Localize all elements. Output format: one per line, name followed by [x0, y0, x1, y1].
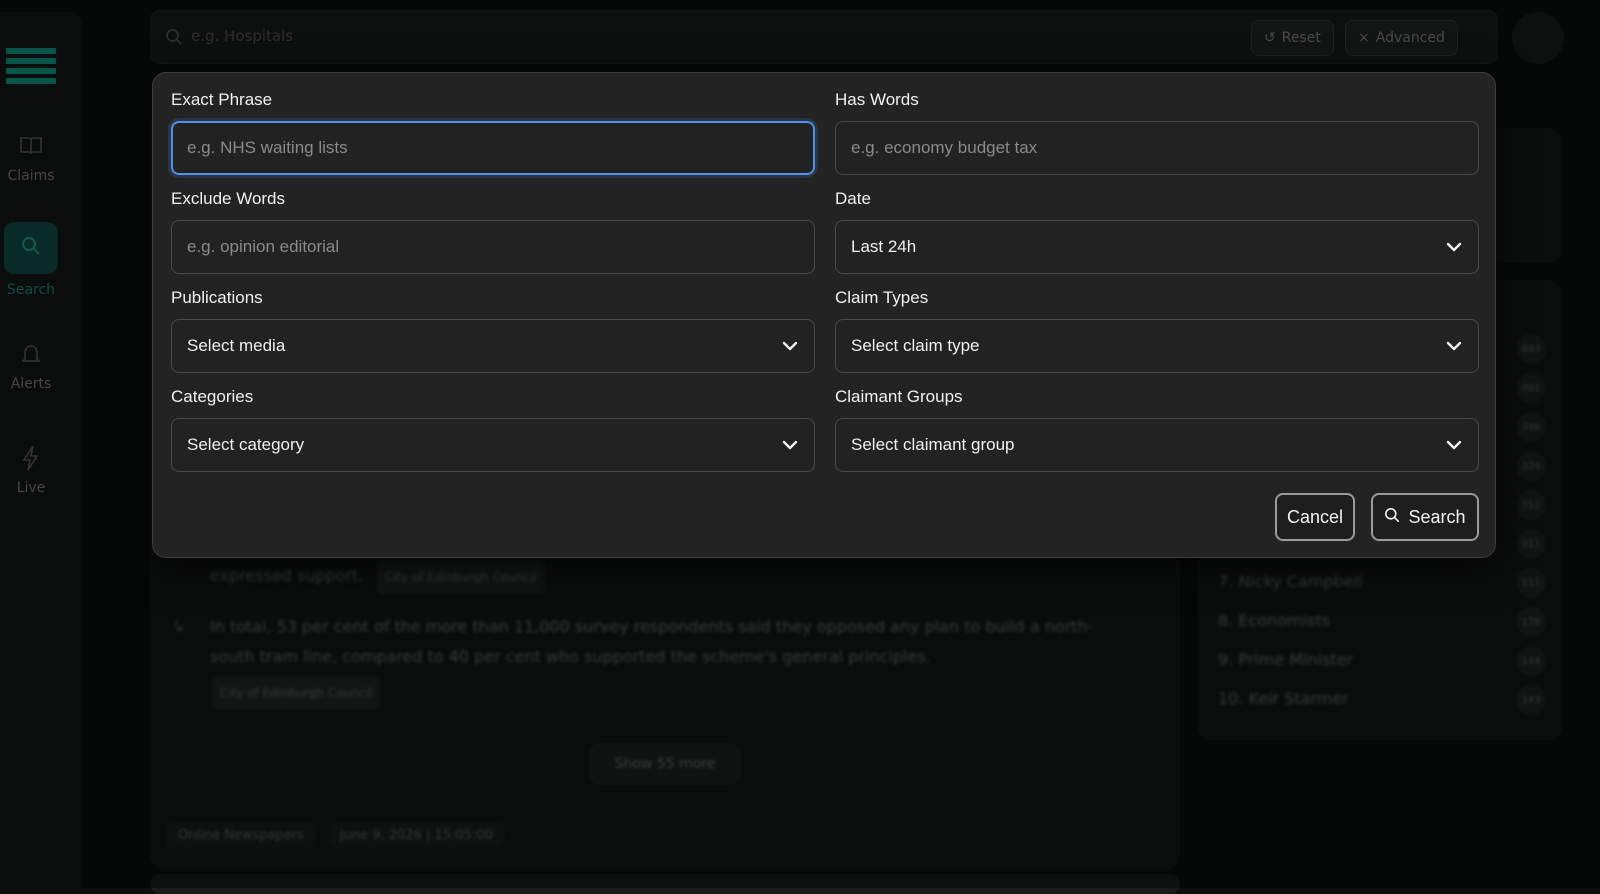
- categories-select[interactable]: Select category: [171, 418, 815, 472]
- has-words-box: [835, 121, 1479, 175]
- exact-phrase-field: Exact Phrase: [171, 89, 815, 175]
- advanced-search-modal: Exact Phrase Has Words Exclude Words Dat…: [152, 72, 1496, 558]
- claimant-groups-select[interactable]: Select claimant group: [835, 418, 1479, 472]
- chevron-down-icon: [781, 436, 799, 454]
- date-value: Last 24h: [851, 237, 916, 257]
- publications-value: Select media: [187, 336, 285, 356]
- exclude-words-field: Exclude Words: [171, 188, 815, 274]
- has-words-input[interactable]: [851, 138, 1463, 158]
- chevron-down-icon: [1445, 436, 1463, 454]
- date-label: Date: [835, 188, 1479, 210]
- cancel-label: Cancel: [1287, 507, 1343, 528]
- claimant-groups-label: Claimant Groups: [835, 386, 1479, 408]
- publications-field: Publications Select media: [171, 287, 815, 373]
- chevron-down-icon: [1445, 337, 1463, 355]
- chevron-down-icon: [1445, 238, 1463, 256]
- search-button[interactable]: Search: [1371, 493, 1479, 541]
- claimant-groups-value: Select claimant group: [851, 435, 1014, 455]
- search-icon: [1384, 507, 1400, 528]
- cancel-button[interactable]: Cancel: [1275, 493, 1355, 541]
- exclude-words-box: [171, 220, 815, 274]
- publications-label: Publications: [171, 287, 815, 309]
- claim-types-label: Claim Types: [835, 287, 1479, 309]
- exact-phrase-input[interactable]: [187, 138, 799, 158]
- claim-types-field: Claim Types Select claim type: [835, 287, 1479, 373]
- claim-types-value: Select claim type: [851, 336, 980, 356]
- exact-phrase-box: [171, 121, 815, 175]
- date-field: Date Last 24h: [835, 188, 1479, 274]
- categories-label: Categories: [171, 386, 815, 408]
- categories-value: Select category: [187, 435, 304, 455]
- chevron-down-icon: [781, 337, 799, 355]
- exact-phrase-label: Exact Phrase: [171, 89, 815, 111]
- exclude-words-label: Exclude Words: [171, 188, 815, 210]
- search-label: Search: [1408, 507, 1465, 528]
- date-select[interactable]: Last 24h: [835, 220, 1479, 274]
- has-words-label: Has Words: [835, 89, 1479, 111]
- publications-select[interactable]: Select media: [171, 319, 815, 373]
- exclude-words-input[interactable]: [187, 237, 799, 257]
- claim-types-select[interactable]: Select claim type: [835, 319, 1479, 373]
- categories-field: Categories Select category: [171, 386, 815, 472]
- has-words-field: Has Words: [835, 89, 1479, 175]
- claimant-groups-field: Claimant Groups Select claimant group: [835, 386, 1479, 472]
